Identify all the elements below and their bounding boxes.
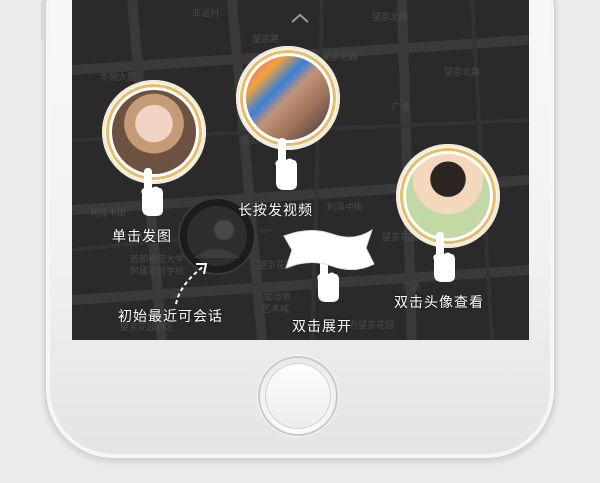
avatar-woman[interactable] <box>236 46 340 150</box>
hand-pointer-icon <box>275 138 297 190</box>
map-label: 如诗意 <box>264 291 291 303</box>
avatar-photo <box>112 90 196 174</box>
map-label: 利泽中街 <box>327 201 363 213</box>
map-label: 望京北路 <box>372 11 408 23</box>
avatar-photo <box>246 56 330 140</box>
label-recent-chat: 初始最近可会话 <box>118 309 223 325</box>
map-label: 艺术城 <box>262 303 289 315</box>
phone-side-button <box>41 0 45 40</box>
dashed-arrow-icon <box>175 263 208 305</box>
label-double-tap-expand: 双击展开 <box>292 319 352 335</box>
hand-pointer-icon <box>141 168 163 216</box>
map-label: 广顺 <box>392 101 410 113</box>
label-double-tap-view: 双击头像查看 <box>394 295 484 311</box>
map-label: 华苑大厦 <box>100 71 136 83</box>
label-single-tap: 单击发图 <box>112 229 172 245</box>
home-button[interactable] <box>258 356 338 436</box>
map-label: 望京北路 <box>444 66 480 78</box>
chevron-up-icon[interactable] <box>290 12 310 24</box>
flag-banner-icon[interactable] <box>280 226 376 272</box>
avatar-photo <box>406 154 490 238</box>
map-label: 亚运村 <box>192 7 219 19</box>
map-label: 北京北路 <box>322 51 358 63</box>
map-label: 利泽中街 <box>90 207 126 219</box>
home-button-inner <box>265 363 331 429</box>
map-label: 望京路 <box>252 33 279 45</box>
hand-pointer-icon <box>433 232 455 282</box>
label-long-press: 长按发视频 <box>238 203 313 219</box>
